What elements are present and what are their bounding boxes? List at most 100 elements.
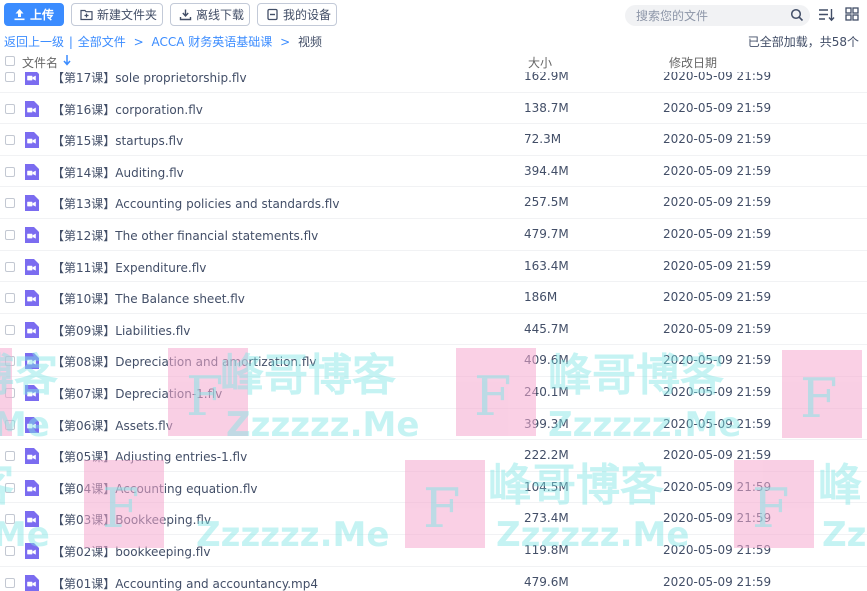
file-row[interactable]: 【第12课】The other financial statements.flv… — [0, 219, 867, 251]
file-row[interactable]: 【第08课】Depreciation and amortization.flv 4… — [0, 345, 867, 377]
file-row[interactable]: 【第05课】Adjusting entries-1.flv 222.2M 2020-… — [0, 440, 867, 472]
column-modified[interactable]: 修改日期 — [669, 54, 717, 71]
video-file-icon — [24, 226, 39, 243]
column-name[interactable]: 文件名 — [22, 54, 58, 71]
file-name[interactable]: 【第13课】Accounting policies and standards.… — [52, 195, 339, 212]
file-name[interactable]: 【第10课】The Balance sheet.flv — [52, 290, 245, 307]
row-checkbox[interactable] — [5, 229, 15, 240]
row-checkbox[interactable] — [5, 419, 15, 430]
row-checkbox[interactable] — [5, 103, 15, 114]
file-list: 【第17课】sole proprietorship.flv 162.9M 2020-… — [0, 72, 867, 591]
file-row[interactable]: 【第14课】Auditing.flv 394.4M 2020-05-09 21:59 — [0, 156, 867, 188]
file-row[interactable]: 【第16课】corporation.flv 138.7M 2020-05-09 21… — [0, 93, 867, 125]
file-size: 399.3M — [524, 416, 569, 431]
arrow-down-icon[interactable] — [62, 53, 72, 70]
folder-plus-icon — [80, 8, 93, 21]
video-file-icon — [24, 132, 39, 149]
all-files-link[interactable]: 全部文件 — [78, 35, 126, 49]
parent-folder-link[interactable]: ACCA 财务英语基础课 — [151, 35, 272, 49]
video-file-icon — [24, 511, 39, 528]
video-file-icon — [24, 100, 39, 117]
search-icon[interactable] — [790, 8, 804, 22]
row-checkbox[interactable] — [5, 514, 15, 525]
file-row[interactable]: 【第17课】sole proprietorship.flv 162.9M 2020-… — [0, 72, 867, 93]
row-checkbox[interactable] — [5, 387, 15, 398]
file-name[interactable]: 【第14课】Auditing.flv — [52, 164, 184, 181]
file-size: 240.1M — [524, 384, 569, 399]
back-link[interactable]: 返回上一级 — [4, 35, 64, 49]
row-checkbox[interactable] — [5, 135, 15, 146]
file-row[interactable]: 【第11课】Expenditure.flv 163.4M 2020-05-09 21… — [0, 251, 867, 283]
row-checkbox[interactable] — [5, 198, 15, 209]
download-icon — [179, 8, 192, 21]
file-date: 2020-05-09 21:59 — [663, 195, 772, 210]
offline-download-button[interactable]: 离线下载 — [170, 3, 250, 26]
file-name[interactable]: 【第17课】sole proprietorship.flv — [52, 72, 247, 86]
file-row[interactable]: 【第07课】Depreciation-1.flv 240.1M 2020-05-09… — [0, 377, 867, 409]
video-file-icon — [24, 72, 39, 85]
new-folder-button[interactable]: 新建文件夹 — [71, 3, 163, 26]
file-date: 2020-05-09 21:59 — [663, 226, 772, 241]
row-checkbox[interactable] — [5, 261, 15, 272]
file-name[interactable]: 【第03课】Bookkeeping.flv — [52, 511, 211, 528]
row-checkbox[interactable] — [5, 293, 15, 304]
file-row[interactable]: 【第06课】Assets.flv 399.3M 2020-05-09 21:59 — [0, 409, 867, 441]
file-date: 2020-05-09 21:59 — [663, 353, 772, 368]
video-file-icon — [24, 353, 39, 370]
search-placeholder: 搜索您的文件 — [636, 9, 709, 23]
file-date: 2020-05-09 21:59 — [663, 574, 772, 589]
video-file-icon — [24, 384, 39, 401]
file-size: 163.4M — [524, 258, 569, 273]
file-row[interactable]: 【第03课】Bookkeeping.flv 273.4M 2020-05-09 21… — [0, 503, 867, 535]
file-name[interactable]: 【第01课】Accounting and accountancy.mp4 — [52, 575, 318, 591]
search-input[interactable]: 搜索您的文件 — [625, 5, 810, 26]
file-row[interactable]: 【第01课】Accounting and accountancy.mp4 479.… — [0, 567, 867, 591]
file-row[interactable]: 【第09课】Liabilities.flv 445.7M 2020-05-09 21… — [0, 314, 867, 346]
row-checkbox[interactable] — [5, 356, 15, 367]
row-checkbox[interactable] — [5, 324, 15, 335]
file-name[interactable]: 【第09课】Liabilities.flv — [52, 322, 190, 339]
file-row[interactable]: 【第15课】startups.flv 72.3M 2020-05-09 21:59 — [0, 124, 867, 156]
my-devices-button[interactable]: 我的设备 — [257, 3, 337, 26]
file-row[interactable]: 【第04课】Accounting equation.flv 104.5M 2020-… — [0, 472, 867, 504]
file-date: 2020-05-09 21:59 — [663, 100, 772, 115]
row-checkbox[interactable] — [5, 482, 15, 493]
file-name[interactable]: 【第06课】Assets.flv — [52, 417, 173, 434]
upload-button[interactable]: 上传 — [4, 3, 64, 26]
column-size[interactable]: 大小 — [528, 54, 552, 71]
file-name[interactable]: 【第16课】corporation.flv — [52, 101, 203, 118]
upload-icon — [13, 8, 26, 21]
offline-download-label: 离线下载 — [196, 8, 245, 22]
sort-list-icon[interactable] — [818, 7, 835, 23]
row-checkbox[interactable] — [5, 577, 15, 588]
file-name[interactable]: 【第04课】Accounting equation.flv — [52, 480, 258, 497]
row-checkbox[interactable] — [5, 166, 15, 177]
file-row[interactable]: 【第02课】bookkeeping.flv 119.8M 2020-05-09 21… — [0, 535, 867, 567]
file-row[interactable]: 【第13课】Accounting policies and standards.… — [0, 187, 867, 219]
file-size: 409.6M — [524, 353, 569, 368]
row-checkbox[interactable] — [5, 545, 15, 556]
file-date: 2020-05-09 21:59 — [663, 448, 772, 463]
file-size: 119.8M — [524, 542, 569, 557]
file-row[interactable]: 【第10课】The Balance sheet.flv 186M 2020-05-0… — [0, 282, 867, 314]
file-name[interactable]: 【第02课】bookkeeping.flv — [52, 543, 210, 560]
file-size: 479.6M — [524, 574, 569, 589]
file-name[interactable]: 【第08课】Depreciation and amortization.flv — [52, 353, 317, 370]
file-name[interactable]: 【第11课】Expenditure.flv — [52, 259, 206, 276]
file-name[interactable]: 【第05课】Adjusting entries-1.flv — [52, 448, 247, 465]
row-checkbox[interactable] — [5, 451, 15, 462]
load-status: 已全部加载，共58个 — [747, 34, 859, 49]
file-name[interactable]: 【第12课】The other financial statements.flv — [52, 227, 318, 244]
file-size: 186M — [524, 290, 558, 305]
select-all-checkbox[interactable] — [5, 56, 15, 66]
file-date: 2020-05-09 21:59 — [663, 321, 772, 336]
file-date: 2020-05-09 21:59 — [663, 416, 772, 431]
video-file-icon — [24, 163, 39, 180]
file-date: 2020-05-09 21:59 — [663, 72, 772, 83]
grid-view-icon[interactable] — [845, 7, 861, 23]
file-name[interactable]: 【第07课】Depreciation-1.flv — [52, 385, 222, 402]
row-checkbox[interactable] — [5, 72, 15, 82]
video-file-icon — [24, 416, 39, 433]
file-name[interactable]: 【第15课】startups.flv — [52, 132, 183, 149]
video-file-icon — [24, 479, 39, 496]
